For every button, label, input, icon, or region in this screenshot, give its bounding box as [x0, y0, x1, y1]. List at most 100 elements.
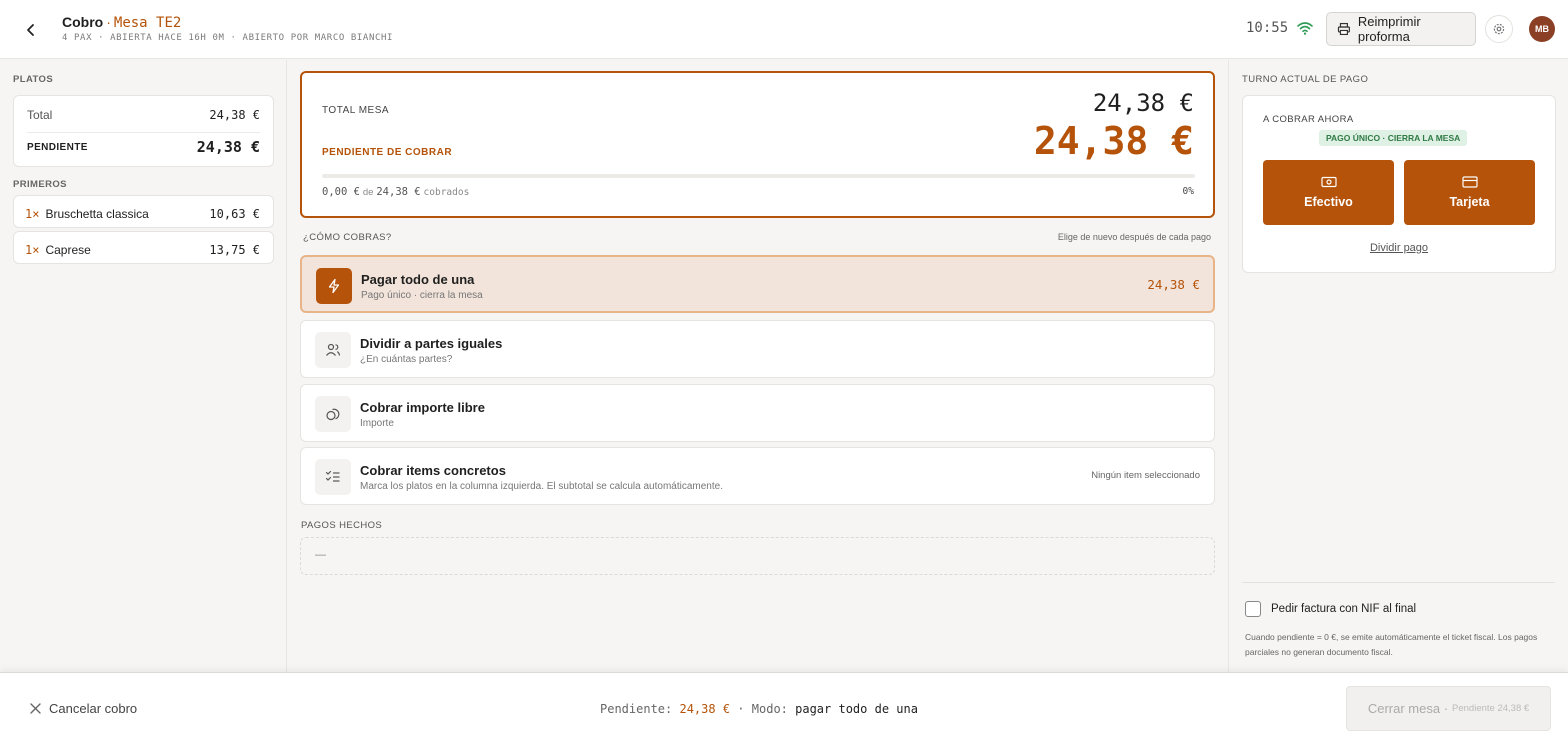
how-heading: ¿CÓMO COBRAS? — [303, 232, 392, 243]
payments-heading: PAGOS HECHOS — [301, 520, 383, 531]
collect-now-card: A COBRAR AHORA PAGO ÚNICO · CIERRA LA ME… — [1242, 95, 1556, 273]
clock: 10:55 — [1246, 20, 1289, 36]
option-title: Cobrar importe libre — [360, 400, 485, 415]
option-status: Ningún item seleccionado — [1091, 470, 1200, 481]
total-mesa-value: 24,38 € — [1092, 89, 1194, 117]
invoice-label: Pedir factura con NIF al final — [1271, 603, 1417, 615]
how-hint: Elige de nuevo después de cada pago — [1057, 232, 1211, 242]
cash-button[interactable]: Efectivo — [1263, 160, 1394, 225]
option-icon — [315, 459, 351, 495]
option-icon — [315, 396, 351, 432]
reprint-proforma-button[interactable]: Reimprimir proforma — [1326, 12, 1476, 46]
option-pay-all[interactable]: Pagar todo de una Pago único · cierra la… — [300, 255, 1215, 313]
of-total: 24,38 € — [376, 186, 421, 198]
pending-row: PENDIENTE 24,38 € — [27, 138, 260, 156]
progress-percent: 0% — [1182, 186, 1194, 197]
footer-bar: Cancelar cobro Pendiente: 24,38 € · Modo… — [0, 672, 1568, 744]
printer-icon — [1337, 22, 1350, 36]
footer-mode-label: Modo: — [751, 702, 788, 716]
option-subtitle: Pago único · cierra la mesa — [361, 290, 483, 301]
option-split-equal[interactable]: Dividir a partes iguales ¿En cuántas par… — [300, 320, 1215, 378]
split-payment-link[interactable]: Dividir pago — [1243, 242, 1555, 254]
payments-list: — — [300, 537, 1215, 575]
pending-value: 24,38 € — [196, 138, 260, 156]
collected-text: 0,00 € de 24,38 € cobrados — [322, 186, 469, 198]
collected-amount: 0,00 € — [322, 186, 360, 198]
turn-heading: TURNO ACTUAL DE PAGO — [1242, 74, 1369, 85]
coins-icon — [326, 408, 340, 421]
collect-now-label: A COBRAR AHORA — [1263, 114, 1354, 125]
option-icon — [316, 268, 352, 304]
payment-summary-card: TOTAL MESA 24,38 € PENDIENTE DE COBRAR 2… — [300, 71, 1215, 218]
invoice-checkbox[interactable] — [1245, 601, 1261, 617]
pending-collect-value: 24,38 € — [1033, 119, 1194, 163]
settings-button[interactable] — [1485, 15, 1513, 43]
primeros-heading: PRIMEROS — [13, 179, 67, 190]
card-button[interactable]: Tarjeta — [1404, 160, 1535, 225]
option-title: Cobrar items concretos — [360, 463, 506, 478]
cancel-button[interactable]: Cancelar cobro — [30, 701, 137, 716]
back-button[interactable] — [18, 17, 44, 43]
wifi-icon — [1297, 22, 1313, 35]
option-title: Dividir a partes iguales — [360, 336, 503, 351]
reprint-label: Reimprimir proforma — [1357, 14, 1421, 44]
close-icon — [30, 703, 41, 714]
footer-pending-value: 24,38 € — [679, 702, 731, 716]
card-label: Tarjeta — [1449, 195, 1490, 209]
title-separator: · — [106, 14, 111, 30]
fiscal-note: Cuando pendiente = 0 €, se emite automát… — [1245, 632, 1538, 657]
order-items-panel: PLATOS Total 24,38 € PENDIENTE 24,38 € P… — [0, 60, 287, 672]
item-name-wrap: 1× Bruschetta classica — [25, 205, 149, 223]
total-value: 24,38 € — [209, 108, 260, 122]
divider — [1242, 582, 1555, 583]
item-price: 10,63 € — [209, 207, 260, 221]
card-icon — [1461, 176, 1478, 188]
item-name: Bruschetta classica — [45, 207, 149, 221]
divider — [27, 132, 260, 133]
pending-collect-label: PENDIENTE DE COBRAR — [322, 147, 453, 158]
item-name: Caprese — [45, 243, 91, 257]
collection-progress-bar — [322, 174, 1195, 178]
bolt-icon — [328, 278, 340, 294]
close-table-button[interactable]: Cerrar mesa · Pendiente 24,38 € — [1346, 686, 1551, 731]
item-qty: 1× — [25, 243, 40, 257]
payment-turn-panel: TURNO ACTUAL DE PAGO A COBRAR AHORA PAGO… — [1228, 60, 1568, 672]
avatar[interactable]: MB — [1529, 16, 1555, 42]
gear-icon — [1493, 23, 1505, 35]
platos-heading: PLATOS — [13, 74, 54, 85]
close-table-pending: Pendiente 24,38 € — [1452, 703, 1530, 714]
total-label: Total — [27, 108, 53, 122]
pending-label: PENDIENTE — [27, 141, 88, 153]
footer-dot: · — [737, 702, 745, 716]
option-subtitle: Importe — [360, 418, 394, 429]
close-table-label: Cerrar mesa · — [1367, 701, 1449, 716]
option-subtitle: ¿En cuántas partes? — [360, 354, 453, 365]
payments-empty: — — [315, 549, 326, 561]
item-name-wrap: 1× Caprese — [25, 241, 91, 259]
option-specific-items[interactable]: Cobrar items concretos Marca los platos … — [300, 447, 1215, 505]
footer-pending-label: Pendiente: — [600, 702, 673, 716]
footer-mode-value: pagar todo de una — [795, 702, 918, 716]
option-title: Pagar todo de una — [361, 272, 475, 287]
total-row: Total 24,38 € — [27, 108, 260, 122]
list-item[interactable]: 1× Caprese 13,75 € — [13, 231, 274, 264]
cancel-label: Cancelar cobro — [49, 701, 138, 716]
list-item[interactable]: 1× Bruschetta classica 10,63 € — [13, 195, 274, 228]
status-badge: PAGO ÚNICO · CIERRA LA MESA — [1319, 130, 1468, 146]
users-icon — [326, 343, 341, 356]
option-amount: 24,38 € — [1147, 277, 1200, 292]
item-row: 1× Caprese 13,75 € — [25, 241, 260, 259]
totals-card: Total 24,38 € PENDIENTE 24,38 € — [13, 95, 274, 167]
back-arrow-icon — [27, 24, 34, 36]
table-info: 4 PAX · ABIERTA HACE 16H 0M · ABIERTO PO… — [62, 33, 394, 43]
cash-icon — [1320, 176, 1337, 188]
option-subtitle: Marca los platos en la columna izquierda… — [360, 481, 723, 492]
table-name: Mesa TE2 — [113, 15, 182, 31]
total-mesa-label: TOTAL MESA — [322, 105, 390, 116]
option-free-amount[interactable]: Cobrar importe libre Importe — [300, 384, 1215, 442]
footer-status: Pendiente: 24,38 € · Modo: pagar todo de… — [600, 702, 918, 716]
item-price: 13,75 € — [209, 243, 260, 257]
of-word: de — [362, 187, 374, 198]
checklist-icon — [325, 470, 340, 482]
option-icon — [315, 332, 351, 368]
